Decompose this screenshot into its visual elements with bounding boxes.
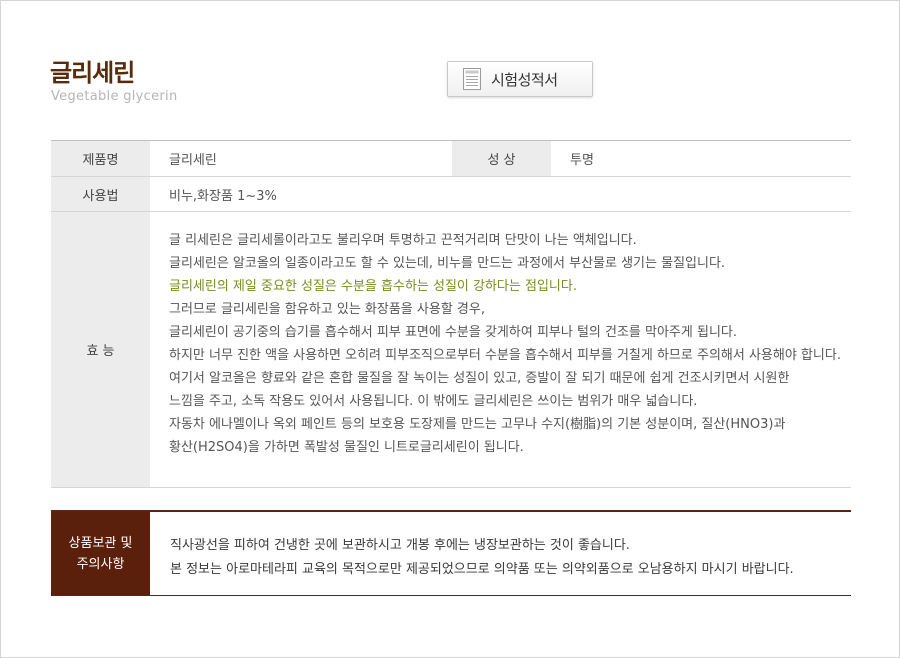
storage-notice-line: 본 정보는 아로마테라피 교육의 목적으로만 제공되었으므로 의약품 또는 의약… [170, 562, 794, 577]
effect-line: 그러므로 글리세린을 함유하고 있는 화장품을 사용할 경우, [169, 302, 485, 317]
effect-line: 글리세린이 공기중의 습기를 흡수해서 피부 표면에 수분을 갖게하여 피부나 … [169, 325, 738, 340]
product-info-table: 제품명 글리세린 성 상 투명 사용법 비누,화장품 1~3% 효 능 글 리세… [51, 140, 851, 488]
product-name-label: 제품명 [51, 140, 150, 177]
property-value: 투명 [551, 140, 851, 177]
table-row: 효 능 글 리세린은 글리세롤이라고도 불리우며 투명하고 끈적거리며 단맛이 … [51, 211, 851, 488]
certificate-button[interactable]: 시험성적서 [447, 61, 593, 97]
certificate-button-label: 시험성적서 [491, 70, 558, 89]
effect-line: 황산(H2SO4)을 가하면 폭발성 물질인 니트로글리세린이 됩니다. [169, 440, 524, 455]
page-subtitle: Vegetable glycerin [51, 89, 178, 104]
storage-notice-label-line2: 주의사항 [76, 556, 125, 572]
storage-notice-line: 직사광선을 피하여 건냉한 곳에 보관하시고 개봉 후에는 냉장보관하는 것이 … [170, 538, 630, 553]
effect-line: 글 리세린은 글리세롤이라고도 불리우며 투명하고 끈적거리며 단맛이 나는 액… [169, 233, 637, 248]
effect-line: 느낌을 주고, 소독 작용도 있어서 사용됩니다. 이 밖에도 글리세린은 쓰이… [169, 394, 698, 409]
table-row: 제품명 글리세린 성 상 투명 [51, 140, 851, 177]
product-name-value: 글리세린 [150, 140, 452, 177]
effect-line: 자동차 에나멜이나 옥외 페인트 등의 보호용 도장제를 만드는 고무나 수지(… [169, 417, 786, 432]
storage-notice-label: 상품보관 및 주의사항 [51, 512, 150, 595]
storage-notice-label-line1: 상품보관 및 [68, 535, 133, 551]
effect-line: 글리세린은 알코올의 일종이라고도 할 수 있는데, 비누를 만드는 과정에서 … [169, 256, 726, 271]
storage-notice-body: 직사광선을 피하여 건냉한 곳에 보관하시고 개봉 후에는 냉장보관하는 것이 … [150, 512, 794, 595]
table-row: 사용법 비누,화장품 1~3% [51, 176, 851, 212]
effect-line-highlight: 글리세린의 제일 중요한 성질은 수분을 흡수하는 성질이 강하다는 점입니다. [169, 279, 577, 294]
page-title: 글리세린 [50, 59, 135, 87]
storage-notice: 상품보관 및 주의사항 직사광선을 피하여 건냉한 곳에 보관하시고 개봉 후에… [51, 510, 851, 596]
effect-line: 여기서 알코올은 향료와 같은 혼합 물질을 잘 녹이는 성질이 있고, 증발이… [169, 371, 790, 386]
usage-value: 비누,화장품 1~3% [150, 176, 851, 212]
effect-label: 효 능 [51, 211, 150, 488]
effect-line: 하지만 너무 진한 액을 사용하면 오히려 피부조직으로부터 수분을 흡수해서 … [169, 348, 841, 363]
effect-text: 글 리세린은 글리세롤이라고도 불리우며 투명하고 끈적거리며 단맛이 나는 액… [150, 211, 851, 488]
document-list-icon [463, 68, 481, 90]
page-frame: 글리세린 Vegetable glycerin 시험성적서 제품명 글리세린 성… [0, 0, 900, 658]
property-label: 성 상 [452, 140, 551, 177]
usage-label: 사용법 [51, 176, 150, 212]
